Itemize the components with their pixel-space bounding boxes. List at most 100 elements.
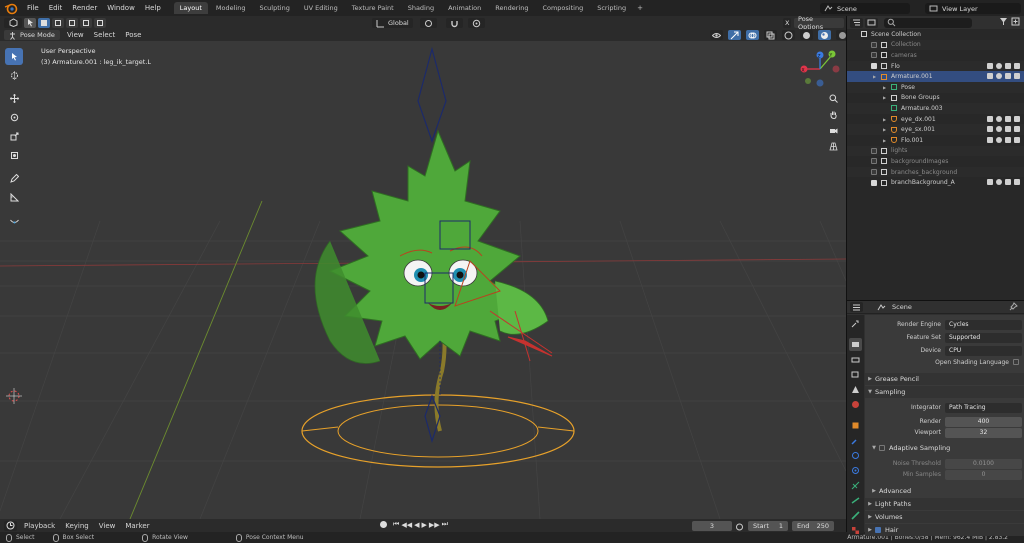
- tab-object-data[interactable]: [849, 494, 862, 507]
- tab-modifiers[interactable]: [849, 434, 862, 447]
- outliner-row[interactable]: ▶ Bone Groups: [847, 93, 1024, 104]
- tab-compositing[interactable]: Compositing: [536, 2, 589, 14]
- osl-checkbox[interactable]: [1013, 359, 1019, 365]
- integrator-dropdown[interactable]: Path Tracing: [945, 402, 1022, 413]
- select-arrow-icon[interactable]: [987, 73, 993, 80]
- tool-rotate[interactable]: [5, 109, 23, 126]
- tab-texture-paint[interactable]: Texture Paint: [346, 2, 400, 14]
- adaptive-sampling-section[interactable]: ▼ Adaptive Sampling: [865, 442, 1024, 454]
- outliner-row[interactable]: cameras: [847, 50, 1024, 61]
- grease-pencil-section[interactable]: ▶ Grease Pencil: [865, 373, 1024, 385]
- tab-bone[interactable]: [849, 509, 862, 522]
- select-tool-button[interactable]: [24, 17, 36, 28]
- camera-render-icon[interactable]: [1014, 126, 1020, 133]
- jump-end-icon[interactable]: ⏭: [442, 520, 448, 529]
- outliner-row[interactable]: ▶ Pose: [847, 81, 1024, 93]
- camera-render-icon[interactable]: [1014, 73, 1020, 80]
- record-button[interactable]: [380, 521, 387, 528]
- preview-range-toggle[interactable]: [735, 521, 747, 531]
- feature-set-dropdown[interactable]: Supported: [945, 332, 1022, 343]
- monitor-icon[interactable]: [1005, 136, 1011, 143]
- menu-edit[interactable]: Edit: [44, 0, 68, 16]
- tab-output[interactable]: [849, 353, 862, 366]
- disclosure-triangle-icon[interactable]: ▶: [883, 117, 889, 122]
- render-engine-dropdown[interactable]: Cycles: [945, 319, 1022, 330]
- blender-logo-icon[interactable]: [4, 1, 18, 15]
- select-mode-extend-button[interactable]: [52, 17, 64, 28]
- camera-render-icon[interactable]: [1014, 62, 1020, 69]
- pin-icon[interactable]: [1009, 301, 1018, 313]
- tool-select-box[interactable]: [5, 48, 23, 65]
- shading-wireframe-button[interactable]: [782, 30, 795, 40]
- tool-measure[interactable]: [5, 189, 23, 206]
- select-arrow-icon[interactable]: [987, 136, 993, 143]
- eye-icon[interactable]: [996, 179, 1002, 186]
- exclude-checkbox[interactable]: [871, 52, 877, 59]
- camera-render-icon[interactable]: [1014, 115, 1020, 122]
- outliner-row[interactable]: lights: [847, 145, 1024, 157]
- disclosure-triangle-icon[interactable]: ▶: [883, 85, 889, 90]
- monitor-icon[interactable]: [1005, 179, 1011, 186]
- outliner-row[interactable]: branches_background: [847, 166, 1024, 178]
- end-frame-field[interactable]: End 250: [792, 521, 834, 531]
- camera-render-icon[interactable]: [1014, 179, 1020, 186]
- tab-render[interactable]: [849, 338, 862, 351]
- play-icon[interactable]: ▶: [421, 521, 426, 529]
- select-mode-new-button[interactable]: [38, 17, 50, 28]
- tab-scene[interactable]: [849, 383, 862, 396]
- exclude-checkbox[interactable]: [871, 179, 877, 186]
- xray-toggle[interactable]: [764, 30, 777, 40]
- view-layer-selector[interactable]: View Layer: [925, 3, 1021, 14]
- hair-checkbox[interactable]: [875, 527, 881, 533]
- tab-shading[interactable]: Shading: [402, 2, 440, 14]
- eye-icon[interactable]: [996, 62, 1002, 69]
- mode-dropdown[interactable]: Pose Mode: [4, 30, 60, 40]
- eye-icon[interactable]: [996, 73, 1002, 80]
- monitor-icon[interactable]: [1005, 62, 1011, 69]
- camera-view-button[interactable]: [826, 123, 840, 137]
- select-mode-intersect-button[interactable]: [94, 17, 106, 28]
- scene-selector[interactable]: Scene: [820, 3, 910, 14]
- outliner-row[interactable]: Scene Collection: [847, 29, 1024, 40]
- outliner-row[interactable]: branchBackground_A: [847, 177, 1024, 188]
- select-arrow-icon[interactable]: [987, 179, 993, 186]
- monitor-icon[interactable]: [1005, 115, 1011, 122]
- pan-button[interactable]: [826, 107, 840, 121]
- play-reverse-icon[interactable]: ◀: [414, 521, 419, 529]
- outliner-row[interactable]: Armature.003: [847, 103, 1024, 114]
- adaptive-sampling-checkbox[interactable]: [879, 445, 885, 451]
- eye-icon[interactable]: [996, 115, 1002, 122]
- add-workspace-button[interactable]: +: [634, 4, 646, 12]
- exclude-checkbox[interactable]: [871, 41, 877, 48]
- shading-solid-button[interactable]: [800, 30, 813, 40]
- exclude-checkbox[interactable]: [871, 158, 877, 165]
- select-arrow-icon[interactable]: [987, 126, 993, 133]
- tab-particles[interactable]: [849, 449, 862, 462]
- tool-scale[interactable]: [5, 128, 23, 145]
- overlays-toggle[interactable]: [746, 30, 759, 40]
- pose-options-button[interactable]: Pose Options: [794, 15, 844, 31]
- tool-cursor[interactable]: [5, 67, 23, 84]
- tab-view-layer[interactable]: [849, 368, 862, 381]
- zoom-button[interactable]: [826, 91, 840, 105]
- filter-icon[interactable]: [999, 17, 1008, 28]
- prev-keyframe-icon[interactable]: ◀◀: [401, 521, 412, 529]
- tool-breakdowner[interactable]: [5, 212, 23, 229]
- tab-uv-editing[interactable]: UV Editing: [298, 2, 344, 14]
- next-keyframe-icon[interactable]: ▶▶: [429, 521, 440, 529]
- outliner-search-input[interactable]: [884, 17, 972, 28]
- tab-texture[interactable]: [849, 524, 862, 537]
- tab-object[interactable]: [849, 419, 862, 432]
- menu-render[interactable]: Render: [67, 0, 102, 16]
- start-frame-field[interactable]: Start 1: [748, 521, 788, 531]
- tab-rendering[interactable]: Rendering: [489, 2, 534, 14]
- tool-annotate[interactable]: [5, 170, 23, 187]
- exclude-checkbox[interactable]: [871, 63, 877, 70]
- hair-section[interactable]: ▶ Hair: [865, 524, 1024, 536]
- outliner-row[interactable]: ▶ Armature.001: [847, 71, 1024, 82]
- outliner-editor-type[interactable]: [850, 17, 863, 28]
- current-frame-field[interactable]: 3: [692, 521, 732, 531]
- transform-orientation-dropdown[interactable]: Global: [372, 18, 413, 28]
- select-mode-invert-button[interactable]: [80, 17, 92, 28]
- min-samples-field[interactable]: 0: [945, 469, 1022, 480]
